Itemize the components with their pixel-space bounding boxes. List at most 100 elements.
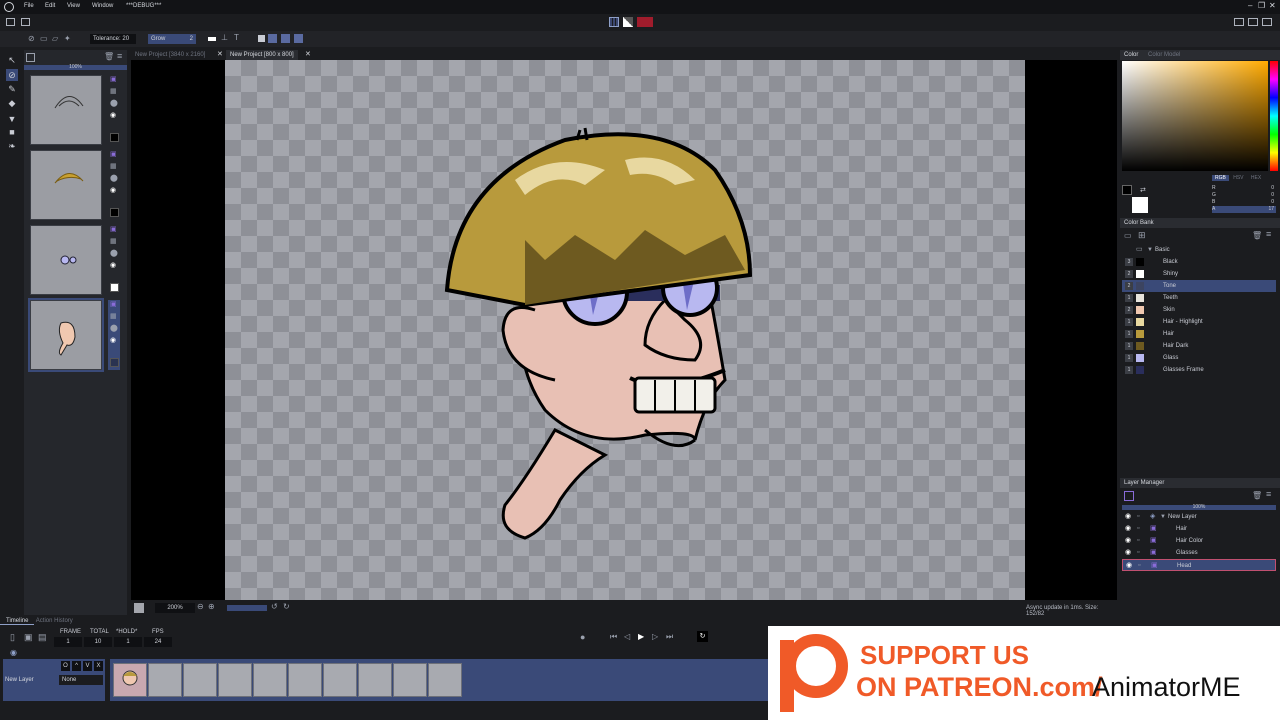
zoom-field[interactable]: 200%	[155, 603, 195, 613]
visibility-eye-icon[interactable]: ◉	[110, 111, 116, 119]
zoom-out-icon[interactable]: ⊖	[197, 602, 204, 611]
alpha-lock-icon[interactable]: ▦	[110, 237, 117, 245]
close-icon[interactable]: ✕	[1269, 1, 1276, 10]
visibility-eye-icon[interactable]: ◉	[1125, 511, 1131, 523]
new-file-icon[interactable]: ▯	[10, 632, 15, 643]
ctrl-o[interactable]: O	[61, 661, 70, 671]
layer-type-icon[interactable]: ▣	[110, 225, 117, 233]
layer-row[interactable]: ◉ ▫ ▣ Hair	[1122, 523, 1276, 535]
menu-file[interactable]: File	[24, 3, 34, 9]
save-icon[interactable]: ▣	[24, 632, 33, 643]
add-swatch-icon[interactable]: ⊞	[1138, 230, 1146, 241]
rotate-right-icon[interactable]: ↻	[283, 602, 290, 611]
trash-icon[interactable]: 🗑	[1252, 231, 1262, 240]
layer-color-swatch[interactable]	[110, 358, 119, 367]
primary-color-swatch[interactable]	[1122, 185, 1132, 195]
checker-icon[interactable]	[623, 17, 633, 27]
canvas-color-swatch[interactable]	[134, 603, 144, 613]
layer-type-icon[interactable]: ▣	[110, 150, 117, 158]
visibility-eye-icon[interactable]: ◉	[1126, 560, 1132, 572]
magic-wand-icon[interactable]: ✦	[64, 34, 71, 43]
tab-timeline[interactable]: Timeline	[0, 618, 35, 625]
layer-row[interactable]: ◉ ▫ ▣ Head	[1122, 559, 1276, 571]
blend-select[interactable]: None	[59, 675, 103, 685]
pointer-tool-icon[interactable]: ↖	[6, 54, 18, 66]
frame-field[interactable]: 1	[54, 637, 82, 647]
color-swatch-row[interactable]: 2 Shiny	[1122, 268, 1276, 280]
tab-color[interactable]: Color	[1124, 52, 1138, 58]
lock-icon[interactable]: ▫	[1137, 511, 1139, 523]
visibility-eye-icon[interactable]: ◉	[1125, 535, 1131, 547]
panel-layout-b-icon[interactable]	[1248, 18, 1258, 26]
timeline-frame-cell[interactable]	[218, 663, 252, 697]
first-frame-icon[interactable]: ⏮	[610, 632, 617, 642]
lock-icon[interactable]: ▫	[1137, 547, 1139, 559]
pin-icon[interactable]: ⬤	[110, 174, 118, 182]
select-poly-icon[interactable]: ▱	[52, 34, 58, 43]
patreon-banner[interactable]: SUPPORT US ON PATREON.com/ AnimatorME	[768, 626, 1280, 720]
lock-icon[interactable]: ▫	[1137, 523, 1139, 535]
timeline-frame-cell[interactable]	[393, 663, 427, 697]
timeline-frame-cell[interactable]	[323, 663, 357, 697]
onion-skin-icon[interactable]: ◉	[10, 648, 17, 657]
timeline-frame-cell[interactable]	[148, 663, 182, 697]
channel-b[interactable]: B0	[1212, 199, 1276, 206]
menu-edit[interactable]: Edit	[45, 3, 55, 9]
close-tab-icon[interactable]: ✕	[217, 50, 223, 58]
panel-layout-c-icon[interactable]	[1262, 18, 1272, 26]
restore-icon[interactable]: ❐	[1258, 1, 1265, 10]
timeline-frame-cell[interactable]	[358, 663, 392, 697]
panel-menu-icon[interactable]	[26, 53, 35, 62]
visibility-eye-icon[interactable]: ◉	[110, 186, 116, 194]
lasso-icon[interactable]: ⊘	[28, 34, 35, 43]
ctrl-up[interactable]: ^	[72, 661, 81, 671]
fps-field[interactable]: 24	[144, 637, 172, 647]
color-swatch-row[interactable]: 1 Glasses Frame	[1122, 364, 1276, 376]
drawing-canvas[interactable]	[225, 60, 1025, 600]
layout-left-icon[interactable]	[6, 18, 15, 26]
eraser-tool-icon[interactable]: ◆	[6, 97, 18, 109]
timeline-frame-cell[interactable]	[113, 663, 147, 697]
hamburger-icon[interactable]: ≡	[117, 51, 122, 61]
color-mode-icon[interactable]	[637, 17, 653, 27]
color-swatch-row[interactable]: 1 Glass	[1122, 352, 1276, 364]
menu-window[interactable]: Window	[92, 3, 113, 9]
close-tab-icon[interactable]: ✕	[305, 50, 311, 58]
tab-action-history[interactable]: Action History	[36, 618, 73, 624]
layer-opacity-slider[interactable]: 100%	[1122, 505, 1276, 510]
tab-project-800[interactable]: New Project [800 x 800]	[226, 50, 298, 60]
color-swatch-row[interactable]: 1 Hair Dark	[1122, 340, 1276, 352]
layer-thumb-head[interactable]	[28, 298, 104, 372]
grid-icon[interactable]	[609, 17, 619, 27]
shape-tool-icon[interactable]: ■	[6, 126, 18, 138]
color-picker-square[interactable]	[1122, 61, 1268, 171]
hamburger-icon[interactable]: ≡	[1266, 489, 1271, 499]
mode-hsv[interactable]: HSV	[1230, 175, 1246, 181]
layer-color-swatch[interactable]	[110, 208, 119, 217]
layer-color-swatch[interactable]	[110, 133, 119, 142]
add-layer-icon[interactable]	[1124, 491, 1134, 501]
timeline-frame-cell[interactable]	[183, 663, 217, 697]
chevron-down-icon[interactable]: ▼	[1160, 511, 1166, 523]
hold-field[interactable]: 1	[114, 637, 142, 647]
layer-color-swatch[interactable]	[110, 283, 119, 292]
hamburger-icon[interactable]: ≡	[1266, 229, 1271, 239]
tolerance-field[interactable]: Tolerance: 20	[90, 34, 136, 44]
folder-icon[interactable]: ▭	[1124, 231, 1132, 240]
layer-type-icon[interactable]: ▣	[110, 75, 117, 83]
layer-row[interactable]: ◉ ▫ ▣ Glasses	[1122, 547, 1276, 559]
export-icon[interactable]: ▤	[38, 632, 47, 643]
layer-thumb-hair[interactable]	[30, 75, 102, 145]
color-swatch-row[interactable]: 1 Teeth	[1122, 292, 1276, 304]
pin-icon[interactable]: ⬤	[110, 324, 118, 332]
mode-intersect-icon[interactable]	[294, 34, 303, 43]
text-t-icon[interactable]: T	[234, 33, 239, 42]
alpha-lock-icon[interactable]: ▦	[110, 162, 117, 170]
color-group-basic[interactable]: ▭ ▼ Basic	[1122, 244, 1276, 256]
pin-icon[interactable]: ⬤	[110, 99, 118, 107]
fill-tool-icon[interactable]: ▼	[6, 113, 18, 125]
select-rect-icon[interactable]: ▭	[40, 34, 48, 43]
mode-new-icon[interactable]	[258, 35, 265, 42]
tab-color-model[interactable]: Color Model	[1148, 52, 1180, 58]
timeline-frame-cell[interactable]	[253, 663, 287, 697]
